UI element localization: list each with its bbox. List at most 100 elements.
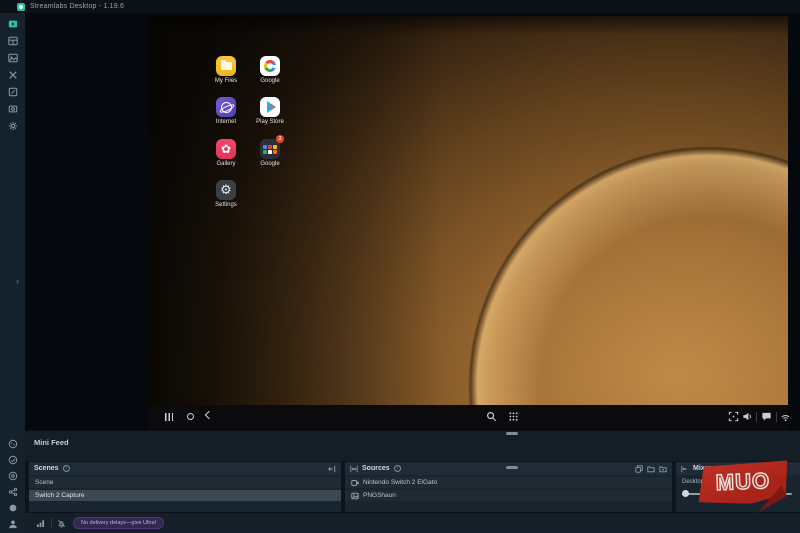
sidebar-record-status-button[interactable] bbox=[5, 502, 20, 513]
muo-watermark-text: MUO bbox=[698, 467, 789, 496]
app-label: Internet bbox=[216, 119, 236, 125]
google-icon bbox=[260, 56, 280, 76]
phone-capture-source: My Files Google Internet Play Store ✿ Ga… bbox=[148, 16, 788, 429]
copy-source-icon[interactable] bbox=[635, 465, 643, 473]
sidebar-themes-button[interactable] bbox=[5, 52, 20, 63]
mini-feed-panel: Mini Feed bbox=[25, 430, 800, 461]
performance-stats-icon[interactable] bbox=[36, 519, 45, 528]
status-bar: No delivery delays—give Ultra! bbox=[25, 512, 800, 533]
taskbar-divider bbox=[756, 412, 757, 422]
sources-title: Sources bbox=[362, 465, 390, 472]
info-icon[interactable] bbox=[63, 465, 70, 472]
phone-app-my-files[interactable]: My Files bbox=[213, 56, 239, 84]
phone-app-gallery[interactable]: ✿ Gallery bbox=[213, 139, 239, 167]
back-nav-icon[interactable] bbox=[205, 411, 213, 419]
panel-collapse-icon[interactable] bbox=[328, 465, 336, 473]
installed-app-icon bbox=[8, 439, 18, 449]
source-row[interactable]: PNGShaun bbox=[345, 490, 672, 501]
ultra-promo-badge[interactable]: No delivery delays—give Ultra! bbox=[73, 517, 164, 529]
fullscreen-icon[interactable] bbox=[728, 411, 739, 422]
samsung-internet-icon bbox=[216, 97, 236, 117]
user-icon bbox=[8, 519, 18, 529]
app-store-icon bbox=[8, 70, 18, 80]
titlebar: Streamlabs Desktop - 1.19.6 bbox=[0, 0, 800, 13]
scenes-panel: Scenes Scene Switch 2 Capture bbox=[29, 462, 341, 512]
sidebar-bottom-icons bbox=[0, 438, 25, 529]
panel-resize-handle-icon[interactable] bbox=[350, 465, 358, 473]
editor-preview-canvas[interactable]: My Files Google Internet Play Store ✿ Ga… bbox=[25, 13, 800, 430]
scene-row[interactable]: Scene bbox=[29, 477, 341, 488]
status-divider bbox=[51, 518, 52, 528]
source-name: Nintendo Switch 2 ElGato bbox=[363, 479, 437, 486]
sidebar-app-button-2[interactable] bbox=[5, 454, 20, 465]
sidebar-app-button-1[interactable] bbox=[5, 438, 20, 449]
source-name: PNGShaun bbox=[363, 492, 396, 499]
scenes-title: Scenes bbox=[34, 465, 59, 472]
info-icon[interactable] bbox=[394, 465, 401, 472]
add-folder-icon[interactable] bbox=[659, 465, 667, 473]
sidebar-settings-button[interactable] bbox=[5, 120, 20, 131]
phone-app-settings[interactable]: ⚙ Settings bbox=[213, 180, 239, 208]
chat-bubble-icon[interactable] bbox=[761, 411, 772, 422]
app-label: Play Store bbox=[256, 119, 284, 125]
volume-icon[interactable] bbox=[742, 411, 753, 422]
panel-resize-handle[interactable] bbox=[506, 432, 518, 435]
panel-resize-handle-icon[interactable] bbox=[681, 465, 689, 473]
scenes-header: Scenes bbox=[29, 462, 341, 475]
phone-app-google[interactable]: Google bbox=[257, 56, 283, 84]
sidebar-expand-chevron-icon[interactable]: › bbox=[16, 277, 19, 286]
recents-nav-icon[interactable] bbox=[165, 413, 173, 421]
share-nodes-icon bbox=[8, 487, 18, 497]
streamlabs-logo-icon bbox=[17, 3, 25, 11]
sidebar-layout-editor-button[interactable] bbox=[5, 35, 20, 46]
sidebar-highlighter-button[interactable] bbox=[5, 86, 20, 97]
sidebar-app-store-button[interactable] bbox=[5, 69, 20, 80]
sidebar-app-button-3[interactable] bbox=[5, 470, 20, 481]
gear-icon bbox=[8, 121, 18, 131]
google-folder-icon: 3 bbox=[260, 139, 280, 159]
notification-badge: 3 bbox=[276, 135, 284, 143]
record-dot-icon bbox=[8, 503, 18, 513]
phone-wallpaper: My Files Google Internet Play Store ✿ Ga… bbox=[148, 16, 788, 405]
sidebar-profile-button[interactable] bbox=[5, 518, 20, 529]
app-label: Google bbox=[260, 78, 279, 84]
phone-app-play-store[interactable]: Play Store bbox=[257, 97, 283, 125]
installed-app-icon bbox=[8, 471, 18, 481]
sidebar-editor-button[interactable] bbox=[5, 18, 20, 29]
scene-name: Scene bbox=[35, 479, 53, 486]
image-source-icon bbox=[351, 492, 359, 500]
editor-icon bbox=[8, 19, 18, 29]
scene-row[interactable]: Switch 2 Capture bbox=[29, 490, 341, 501]
notifications-muted-icon[interactable] bbox=[57, 519, 66, 528]
panel-resize-handle[interactable] bbox=[506, 466, 518, 469]
gallery-icon: ✿ bbox=[216, 139, 236, 159]
mini-feed-title: Mini Feed bbox=[34, 438, 69, 447]
my-files-icon bbox=[216, 56, 236, 76]
scene-name: Switch 2 Capture bbox=[35, 492, 85, 499]
sources-panel: Sources Nintendo Switch 2 ElGato PNGShau… bbox=[345, 462, 672, 512]
home-nav-icon[interactable] bbox=[187, 413, 194, 420]
recording-history-icon bbox=[8, 104, 18, 114]
themes-icon bbox=[8, 53, 18, 63]
source-row[interactable]: Nintendo Switch 2 ElGato bbox=[345, 477, 672, 488]
app-label: Google bbox=[260, 161, 279, 167]
sidebar-share-button[interactable] bbox=[5, 486, 20, 497]
app-label: Settings bbox=[215, 202, 237, 208]
layout-grid-icon bbox=[8, 36, 18, 46]
apps-grid-icon[interactable] bbox=[508, 411, 519, 422]
volume-slider-knob[interactable] bbox=[682, 490, 689, 497]
phone-app-internet[interactable]: Internet bbox=[213, 97, 239, 125]
taskbar-divider bbox=[776, 412, 777, 422]
phone-folder-google[interactable]: 3 Google bbox=[257, 139, 283, 167]
highlighter-icon bbox=[8, 87, 18, 97]
search-icon[interactable] bbox=[486, 411, 497, 422]
phone-taskbar bbox=[148, 405, 788, 429]
sidebar-top-icons bbox=[0, 13, 25, 131]
camera-source-icon bbox=[351, 479, 359, 487]
open-folder-icon[interactable] bbox=[647, 465, 655, 473]
network-signal-icon[interactable] bbox=[780, 411, 791, 422]
app-label: My Files bbox=[215, 78, 237, 84]
sidebar-recording-history-button[interactable] bbox=[5, 103, 20, 114]
app-label: Gallery bbox=[216, 161, 235, 167]
settings-gear-icon: ⚙ bbox=[216, 180, 236, 200]
